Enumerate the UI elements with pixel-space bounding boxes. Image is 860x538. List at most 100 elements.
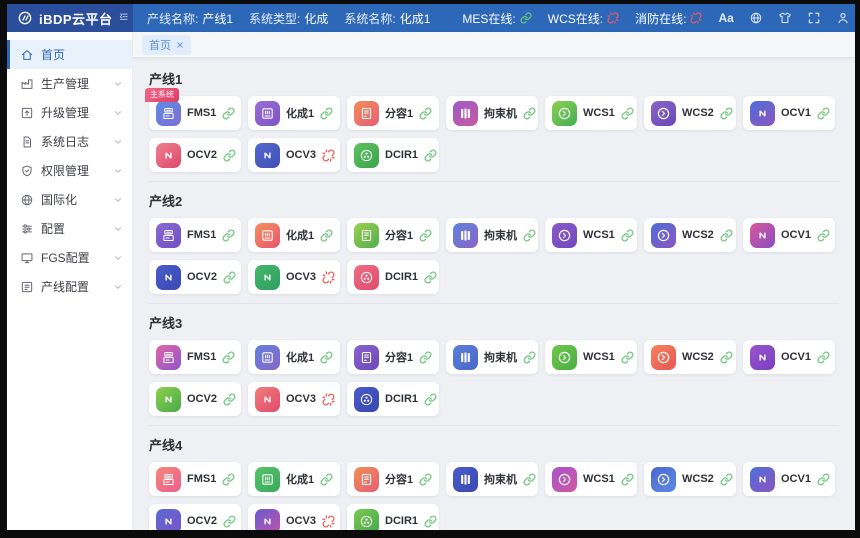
theme-shirt-icon[interactable] [778,11,792,25]
system-card[interactable]: 分容1 [347,218,439,252]
link-online-icon[interactable] [817,229,830,242]
menu-fold-icon[interactable] [119,11,128,26]
link-online-icon[interactable] [621,107,634,120]
language-globe-icon[interactable] [749,11,763,25]
system-card[interactable]: WCS2 [644,96,736,130]
system-card[interactable]: 化成1 [248,96,340,130]
system-card[interactable]: OCV3 [248,504,340,530]
system-card[interactable]: DCIR1 [347,382,439,416]
link-online-icon[interactable] [419,473,432,486]
system-card[interactable]: OCV1 [743,462,835,496]
system-card[interactable]: WCS2 [644,462,736,496]
system-card[interactable]: 分容1 [347,340,439,374]
link-online-icon[interactable] [320,351,333,364]
system-card[interactable]: 化成1 [248,218,340,252]
link-online-icon[interactable] [817,351,830,364]
link-online-icon[interactable] [424,271,437,284]
link-online-icon[interactable] [320,473,333,486]
main-system-badge: 主系统 [145,88,179,102]
system-card[interactable]: OCV3 [248,138,340,172]
link-online-icon[interactable] [523,473,536,486]
system-card[interactable]: DCIR1 [347,260,439,294]
link-online-icon[interactable] [223,149,236,162]
system-card[interactable]: OCV2 [149,504,241,530]
system-card[interactable]: OCV1 [743,96,835,130]
sidebar-item-i18n[interactable]: 国际化 [7,185,132,214]
system-card[interactable]: WCS2 [644,340,736,374]
system-card[interactable]: 拘束机 [446,218,538,252]
sidebar-item-line-config[interactable]: 产线配置 [7,272,132,301]
link-broken-icon[interactable] [322,393,335,406]
link-broken-icon[interactable] [322,149,335,162]
system-card[interactable]: 化成1 [248,340,340,374]
link-online-icon[interactable] [621,229,634,242]
system-info-item: 系统名称: 化成1 [344,10,430,27]
user-icon[interactable] [836,11,850,25]
link-online-icon[interactable] [223,393,236,406]
system-card[interactable]: FMS1 [149,462,241,496]
sidebar-item-config[interactable]: 配置 [7,214,132,243]
system-card[interactable]: OCV1 [743,340,835,374]
system-card[interactable]: WCS1 [545,96,637,130]
link-online-icon[interactable] [424,515,437,528]
tab-home[interactable]: 首页 [142,35,191,55]
system-card[interactable]: WCS1 [545,218,637,252]
link-online-icon[interactable] [222,107,235,120]
sidebar-item-fgs-config[interactable]: FGS配置 [7,243,132,272]
sidebar-item-production[interactable]: 生产管理 [7,69,132,98]
link-online-icon[interactable] [424,149,437,162]
link-broken-icon [607,12,619,24]
link-online-icon[interactable] [222,473,235,486]
link-online-icon[interactable] [720,473,733,486]
link-online-icon[interactable] [419,351,432,364]
sidebar-item-permission[interactable]: 权限管理 [7,156,132,185]
fullscreen-icon[interactable] [807,11,821,25]
system-card[interactable]: 主系统 FMS1 [149,96,241,130]
system-card[interactable]: 分容1 [347,96,439,130]
sidebar-item-home[interactable]: 首页 [7,40,132,69]
link-online-icon[interactable] [523,351,536,364]
link-online-icon[interactable] [720,107,733,120]
system-card[interactable]: DCIR1 [347,138,439,172]
link-online-icon[interactable] [621,351,634,364]
link-online-icon[interactable] [424,393,437,406]
close-icon[interactable] [176,41,184,49]
link-online-icon[interactable] [621,473,634,486]
system-card[interactable]: WCS1 [545,462,637,496]
link-online-icon[interactable] [320,107,333,120]
system-card[interactable]: FMS1 [149,340,241,374]
link-online-icon[interactable] [320,229,333,242]
link-online-icon[interactable] [523,107,536,120]
link-broken-icon[interactable] [322,271,335,284]
system-card[interactable]: 分容1 [347,462,439,496]
link-online-icon[interactable] [817,473,830,486]
system-card[interactable]: 拘束机 [446,340,538,374]
link-online-icon[interactable] [720,229,733,242]
sidebar-item-logs[interactable]: 系统日志 [7,127,132,156]
link-online-icon[interactable] [817,107,830,120]
system-card[interactable]: 化成1 [248,462,340,496]
link-online-icon[interactable] [419,107,432,120]
system-card[interactable]: OCV2 [149,382,241,416]
system-card[interactable]: 拘束机 [446,462,538,496]
system-card[interactable]: 拘束机 [446,96,538,130]
system-card[interactable]: OCV1 [743,218,835,252]
link-online-icon[interactable] [223,271,236,284]
system-card[interactable]: OCV3 [248,382,340,416]
link-broken-icon[interactable] [322,515,335,528]
system-card[interactable]: WCS2 [644,218,736,252]
system-card[interactable]: FMS1 [149,218,241,252]
sidebar-item-upgrade[interactable]: 升级管理 [7,98,132,127]
system-card[interactable]: WCS1 [545,340,637,374]
link-online-icon[interactable] [222,351,235,364]
link-online-icon[interactable] [222,229,235,242]
link-online-icon[interactable] [223,515,236,528]
system-card[interactable]: DCIR1 [347,504,439,530]
link-online-icon[interactable] [523,229,536,242]
system-card[interactable]: OCV2 [149,260,241,294]
system-card[interactable]: OCV3 [248,260,340,294]
system-card[interactable]: OCV2 [149,138,241,172]
link-online-icon[interactable] [419,229,432,242]
link-online-icon[interactable] [720,351,733,364]
font-size-icon[interactable]: Aa [718,11,733,25]
